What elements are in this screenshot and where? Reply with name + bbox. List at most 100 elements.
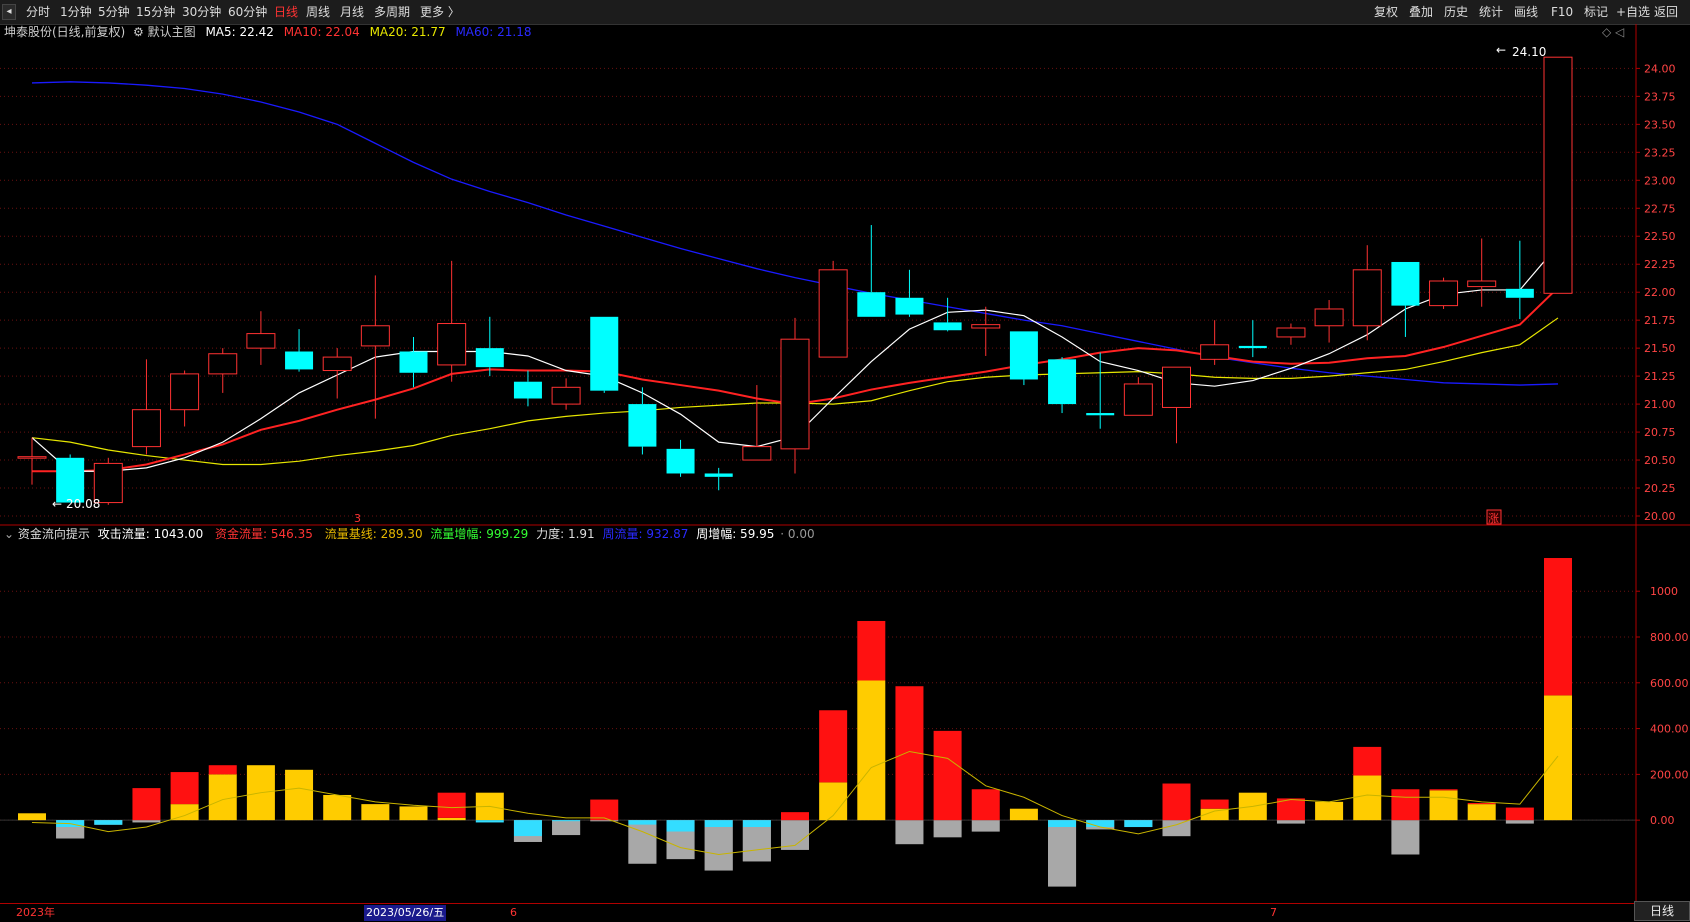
flow-bar (971, 789, 1000, 832)
candle-body (1429, 280, 1459, 307)
price-tick-label: 21.75 (1644, 314, 1676, 327)
candle-body (513, 381, 542, 399)
candle (17, 437, 47, 485)
base-flow-bar (933, 820, 962, 838)
price-tick-label: 24.00 (1644, 62, 1676, 75)
f10-button[interactable]: F10 (1551, 4, 1573, 20)
base-flow-bar (1467, 804, 1496, 821)
candle-body (437, 323, 467, 366)
attack-flow-bar (1391, 789, 1420, 821)
flow-bar (857, 620, 886, 821)
attack-flow-bar (1467, 802, 1496, 805)
candlestick-chart: 24.00 23.75 23.50 23.25 23.00 22.75 22.50 22.25… (0, 24, 1690, 526)
marker-3: 3 (354, 512, 361, 525)
tab-1min[interactable]: 1分钟 (60, 4, 92, 20)
restore-rights-button[interactable]: 复权 (1374, 4, 1398, 20)
candle (857, 225, 886, 317)
price-tick-label: 23.00 (1644, 174, 1676, 187)
high-price-arrow-icon: ← (1496, 43, 1506, 57)
tab-5min[interactable]: 5分钟 (98, 4, 130, 20)
flow-bar (933, 730, 962, 838)
base-flow-extension (742, 827, 771, 862)
tab-timeshare[interactable]: 分时 (26, 4, 50, 20)
candle (818, 260, 848, 358)
tab-more[interactable]: 更多 〉 (420, 4, 460, 20)
candle-body (551, 386, 581, 405)
base-flow-bar (1353, 775, 1382, 821)
candle (1467, 238, 1497, 307)
candle (1048, 357, 1077, 414)
candle-body (895, 297, 924, 315)
candle-body (246, 333, 276, 349)
candle (1543, 56, 1573, 294)
price-tick-label: 20.50 (1644, 454, 1676, 467)
flow-bar (1353, 746, 1382, 821)
history-button[interactable]: 历史 (1444, 4, 1468, 20)
candle-body (1162, 366, 1191, 408)
attack-flow-bar (819, 710, 848, 783)
price-tick-label: 22.50 (1644, 230, 1676, 243)
candle (895, 269, 924, 317)
return-button[interactable]: 返回 (1654, 4, 1678, 20)
candle (208, 348, 238, 393)
back-arrow-icon[interactable]: ◂ (2, 4, 16, 20)
flow-bar (1429, 789, 1458, 821)
candle-body (131, 409, 161, 448)
flow-bar (170, 772, 199, 821)
attack-flow-bar (1544, 558, 1572, 696)
base-flow-extension (704, 827, 733, 871)
month-6-label: 6 (510, 906, 517, 919)
period-tab-daily[interactable]: 日线 (1634, 901, 1690, 921)
flow-bar (895, 686, 924, 845)
year-axis-label: 2023年 (16, 906, 55, 919)
candle-body (1276, 327, 1306, 338)
candle-body (1238, 345, 1267, 349)
high-price-label: 24.10 (1512, 45, 1546, 59)
add-watchlist-button[interactable]: +自选 (1616, 4, 1650, 20)
flow-bar (399, 806, 428, 821)
flow-bar (1315, 801, 1344, 821)
base-flow-bar (1162, 820, 1191, 837)
attack-flow-bar (1353, 746, 1382, 776)
tab-daily[interactable]: 日线 (274, 4, 298, 20)
flow-tick-label: 400.00 (1650, 723, 1689, 736)
tab-15min[interactable]: 15分钟 (136, 4, 175, 20)
attack-flow-bar (1505, 807, 1534, 821)
attack-flow-bar (666, 820, 695, 832)
base-flow-bar (399, 806, 428, 821)
price-tick-label: 22.25 (1644, 258, 1676, 271)
draw-line-button[interactable]: 画线 (1514, 4, 1538, 20)
base-flow-bar (1544, 695, 1572, 821)
candle-body (1505, 288, 1534, 298)
tab-60min[interactable]: 60分钟 (228, 4, 267, 20)
candle-body (1391, 261, 1420, 306)
base-flow-bar (323, 794, 352, 821)
base-flow-bar (819, 782, 848, 821)
attack-flow-bar (208, 765, 237, 775)
attack-flow-bar (1162, 783, 1191, 821)
low-price-label: 20.08 (66, 497, 100, 511)
price-tick-label: 21.00 (1644, 398, 1676, 411)
flow-bar (323, 794, 352, 821)
candle (933, 297, 962, 332)
overlay-button[interactable]: 叠加 (1409, 4, 1433, 20)
base-flow-extension (513, 836, 542, 842)
tab-multi-period[interactable]: 多周期 (374, 4, 410, 20)
candle (285, 329, 314, 372)
statistics-button[interactable]: 统计 (1479, 4, 1503, 20)
tab-monthly[interactable]: 月线 (340, 4, 364, 20)
candle (475, 316, 504, 377)
tab-30min[interactable]: 30分钟 (182, 4, 221, 20)
candle-body (1543, 56, 1573, 294)
base-flow-bar (1429, 790, 1458, 821)
mark-button[interactable]: 标记 (1584, 4, 1608, 20)
tab-weekly[interactable]: 周线 (306, 4, 330, 20)
candle-body (933, 322, 962, 331)
candle (322, 348, 352, 399)
base-flow-extension (628, 824, 657, 864)
candle (628, 387, 657, 455)
candle-body (322, 356, 352, 372)
candle-body (1009, 331, 1038, 380)
attack-flow-bar (1048, 820, 1077, 828)
candle (246, 311, 276, 365)
